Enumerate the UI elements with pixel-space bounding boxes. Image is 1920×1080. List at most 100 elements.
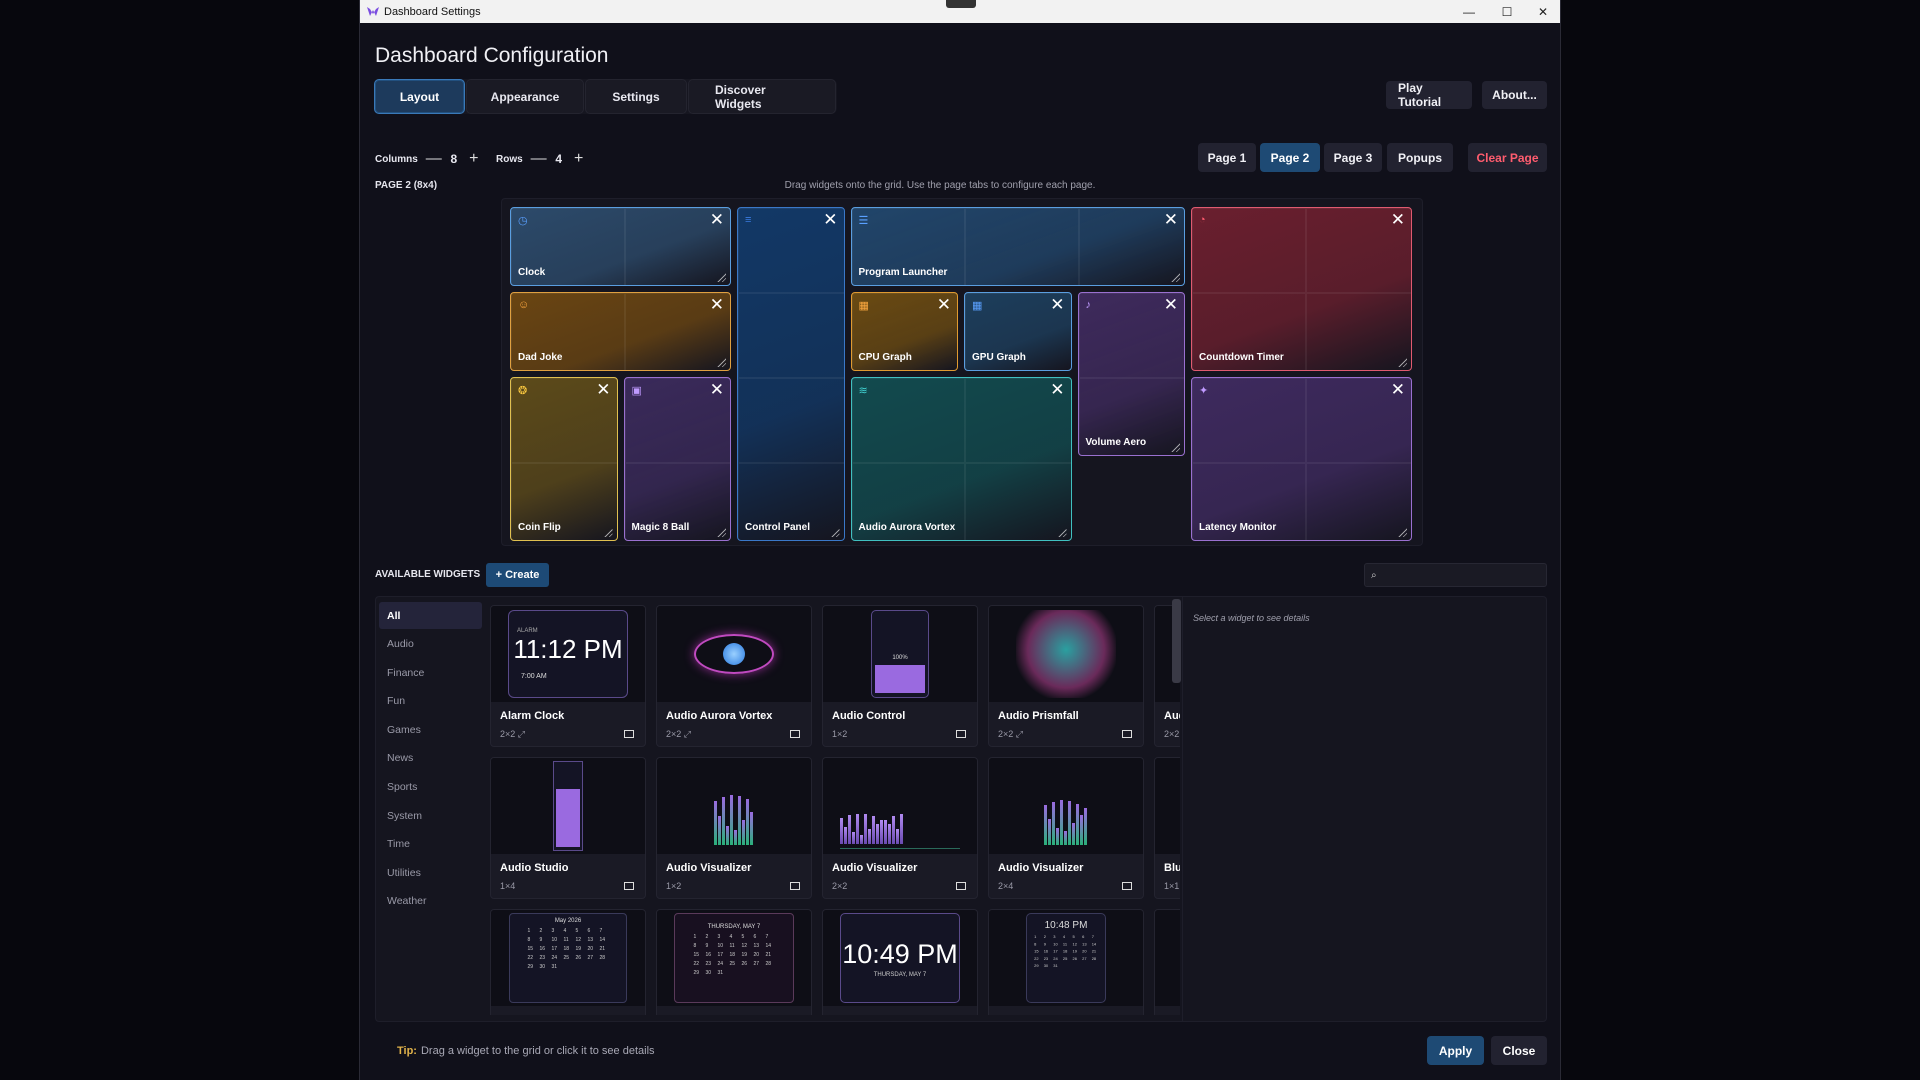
grid-widget-label: Dad Joke <box>518 352 563 363</box>
tab-appearance[interactable]: Appearance <box>466 79 584 114</box>
category-fun[interactable]: Fun <box>379 688 482 715</box>
widget-thumbnail: May 2026 1 2 3 4 5 6 7 8 9 10 11 12 13 14 15 16 17 18 19 20 2… <box>491 910 645 1006</box>
widget-card[interactable]: Audio Prismfall 2×2 ⤢ <box>988 605 1144 747</box>
widget-card-size: 2×2 ⤢ <box>500 729 525 739</box>
widget-thumbnail: ✱ <box>1155 758 1180 854</box>
category-news[interactable]: News <box>379 745 482 772</box>
rows-increase-button[interactable]: + <box>571 150 587 168</box>
signal-icon: ✦ <box>1199 385 1209 397</box>
tab-discover-widgets[interactable]: Discover Widgets <box>688 79 836 114</box>
page-3-button[interactable]: Page 3 <box>1324 143 1382 172</box>
grid-widget-program-launcher[interactable]: ☰ ✕ Program Launcher <box>850 207 1185 286</box>
grid-widget-countdown-timer[interactable]: ◔ ✕ Countdown Timer <box>1191 207 1412 371</box>
tab-settings[interactable]: Settings <box>585 79 687 114</box>
widget-card[interactable]: THURSDAY, MAY 7 1 2 3 4 5 6 7 8 9 10 11 12 13 14 15 16 17… <box>656 909 812 1015</box>
widget-card[interactable]: Audio Visualizer 2×2 <box>822 757 978 899</box>
thumb-control-pct: 100% <box>892 655 908 661</box>
category-audio[interactable]: Audio <box>379 631 482 658</box>
remove-widget-icon[interactable]: ✕ <box>1164 296 1178 313</box>
widget-card[interactable]: ✱ Bluetooth 1×1 <box>1154 757 1180 899</box>
widget-card-name: Audio Visualizer <box>832 862 918 874</box>
add-to-grid-icon[interactable] <box>1122 730 1132 738</box>
columns-decrease-button[interactable]: — <box>426 150 442 168</box>
rows-decrease-button[interactable]: — <box>531 150 547 168</box>
close-window-icon[interactable]: ✕ <box>1524 0 1560 23</box>
widget-card[interactable]: Audio Aurora Vortex 2×2 ⤢ <box>656 605 812 747</box>
clear-page-button[interactable]: Clear Page <box>1468 143 1547 172</box>
grid-widget-label: Control Panel <box>745 522 811 533</box>
grid-widget-gpu-graph[interactable]: ▦ ✕ GPU Graph <box>964 292 1072 371</box>
remove-widget-icon[interactable]: ✕ <box>1050 296 1064 313</box>
grid-widget-cpu-graph[interactable]: ▦ ✕ CPU Graph <box>850 292 958 371</box>
add-to-grid-icon[interactable] <box>790 730 800 738</box>
remove-widget-icon[interactable]: ✕ <box>710 211 724 228</box>
about-button[interactable]: About... <box>1482 81 1547 109</box>
grid-widget-coin-flip[interactable]: ❂ ✕ Coin Flip <box>510 377 618 541</box>
category-sports[interactable]: Sports <box>379 774 482 801</box>
grid-widget-label: Clock <box>518 267 546 278</box>
remove-widget-icon[interactable]: ✕ <box>823 211 837 228</box>
category-system[interactable]: System <box>379 802 482 829</box>
close-button[interactable]: Close <box>1491 1036 1547 1065</box>
add-to-grid-icon[interactable] <box>1122 882 1132 890</box>
grid-widget-magic-8-ball[interactable]: ▣ ✕ Magic 8 Ball <box>623 377 731 541</box>
remove-widget-icon[interactable]: ✕ <box>937 296 951 313</box>
remove-widget-icon[interactable]: ✕ <box>596 381 610 398</box>
widget-search-input[interactable]: ⌕ <box>1364 563 1547 587</box>
widget-card[interactable]: 10:49 PM THURSDAY, MAY 7 <box>822 909 978 1015</box>
add-to-grid-icon[interactable] <box>790 882 800 890</box>
remove-widget-icon[interactable]: ✕ <box>1050 381 1064 398</box>
minimize-icon[interactable]: — <box>1450 0 1488 23</box>
add-to-grid-icon[interactable] <box>624 882 634 890</box>
remove-widget-icon[interactable]: ✕ <box>1164 211 1178 228</box>
remove-widget-icon[interactable]: ✕ <box>1391 211 1405 228</box>
grid-widget-control-panel[interactable]: ≡ ✕ Control Panel <box>737 207 845 541</box>
grid-cell <box>965 208 1079 285</box>
tip-label: Tip: <box>397 1045 417 1057</box>
page-2-button[interactable]: Page 2 <box>1260 143 1320 172</box>
maximize-icon[interactable]: ☐ <box>1488 0 1526 23</box>
chart-icon: ▦ <box>972 300 983 312</box>
widget-card[interactable]: May 2026 1 2 3 4 5 6 7 8 9 10 11 12 13 14 15 16 17 18 19 20 2… <box>490 909 646 1015</box>
grid-widget-audio-aurora-vortex[interactable]: ≋ ✕ Audio Aurora Vortex <box>850 377 1072 541</box>
cards-scrollbar[interactable] <box>1172 599 1181 683</box>
grid-widget-volume-aero[interactable]: ♪ ✕ Volume Aero <box>1077 292 1185 456</box>
grid-cell <box>738 293 844 378</box>
tab-layout[interactable]: Layout <box>374 79 465 114</box>
add-to-grid-icon[interactable] <box>956 882 966 890</box>
widget-card[interactable]: 10:48 PM 1 2 3 4 5 6 7 8 9 10 11 12 13 14 15 16 17 18 19 20 2… <box>988 909 1144 1015</box>
remove-widget-icon[interactable]: ✕ <box>710 296 724 313</box>
columns-increase-button[interactable]: + <box>466 150 482 168</box>
remove-widget-icon[interactable]: ✕ <box>1391 381 1405 398</box>
category-weather[interactable]: Weather <box>379 888 482 915</box>
play-tutorial-button[interactable]: Play Tutorial <box>1386 81 1472 109</box>
add-to-grid-icon[interactable] <box>624 730 634 738</box>
category-games[interactable]: Games <box>379 716 482 743</box>
category-finance[interactable]: Finance <box>379 659 482 686</box>
page-1-button[interactable]: Page 1 <box>1198 143 1256 172</box>
category-time[interactable]: Time <box>379 831 482 858</box>
category-all[interactable]: All <box>379 602 482 629</box>
grid-widget-clock[interactable]: ◷ ✕ Clock <box>510 207 731 286</box>
grid-widget-label: Program Launcher <box>858 267 948 278</box>
grid-widget-latency-monitor[interactable]: ✦ ✕ Latency Monitor <box>1191 377 1412 541</box>
widget-card[interactable] <box>1154 909 1180 1015</box>
category-list: All Audio Finance Fun Games News Sports System T… <box>379 602 482 917</box>
popups-button[interactable]: Popups <box>1387 143 1453 172</box>
create-widget-button[interactable]: + Create <box>486 563 549 587</box>
widget-card-size: 2×2 ⤢ <box>666 729 691 739</box>
widget-card[interactable]: Audio Visualizer 1×2 <box>656 757 812 899</box>
apply-button[interactable]: Apply <box>1427 1036 1484 1065</box>
add-to-grid-icon[interactable] <box>956 730 966 738</box>
widget-thumbnail <box>657 606 811 702</box>
widget-card-name: Audio Sphere <box>1164 710 1180 722</box>
remove-widget-icon[interactable]: ✕ <box>710 381 724 398</box>
grid-widget-dad-joke[interactable]: ☺ ✕ Dad Joke <box>510 292 731 371</box>
widget-card[interactable]: Audio Visualizer 2×4 <box>988 757 1144 899</box>
widget-card[interactable]: 100% Audio Control 1×2 <box>822 605 978 747</box>
grid-hint: Drag widgets onto the grid. Use the page… <box>784 180 1096 191</box>
widget-card[interactable]: Audio Studio 1×4 <box>490 757 646 899</box>
grid-widget-label: Volume Aero <box>1085 437 1147 448</box>
category-utilities[interactable]: Utilities <box>379 859 482 886</box>
widget-card[interactable]: ALARM 11:12 PM 7:00 AM Alarm Clock 2×2 ⤢ <box>490 605 646 747</box>
